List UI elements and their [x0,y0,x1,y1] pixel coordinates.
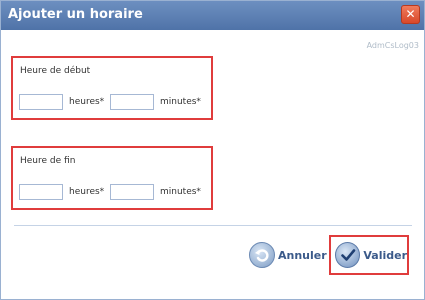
add-schedule-dialog: Ajouter un horaire ✕ AdmCsLog03 Heure de… [0,0,425,300]
screen-code: AdmCsLog03 [366,41,419,50]
close-icon: ✕ [405,7,416,21]
start-minutes-input[interactable] [110,94,154,110]
start-hours-unit: heures* [69,97,105,107]
start-time-label: Heure de début [20,66,91,76]
end-minutes-input[interactable] [110,184,154,200]
start-minutes-unit: minutes* [160,97,201,107]
end-time-group: Heure de fin heures* minutes* [11,146,213,210]
start-hours-input[interactable] [19,94,63,110]
footer-divider [14,225,412,226]
cancel-button[interactable]: Annuler [249,242,327,268]
end-hours-input[interactable] [19,184,63,200]
validate-label: Valider [363,248,407,262]
end-minutes-unit: minutes* [160,187,201,197]
end-time-label: Heure de fin [20,156,76,166]
dialog-titlebar[interactable]: Ajouter un horaire ✕ [1,1,424,30]
dialog-title: Ajouter un horaire [8,7,143,22]
undo-icon [249,242,275,268]
validate-button[interactable]: Valider [329,235,409,275]
close-button[interactable]: ✕ [401,5,420,24]
end-hours-unit: heures* [69,187,105,197]
checkmark-icon [335,242,361,268]
start-time-group: Heure de début heures* minutes* [11,56,213,120]
cancel-label: Annuler [278,248,327,262]
